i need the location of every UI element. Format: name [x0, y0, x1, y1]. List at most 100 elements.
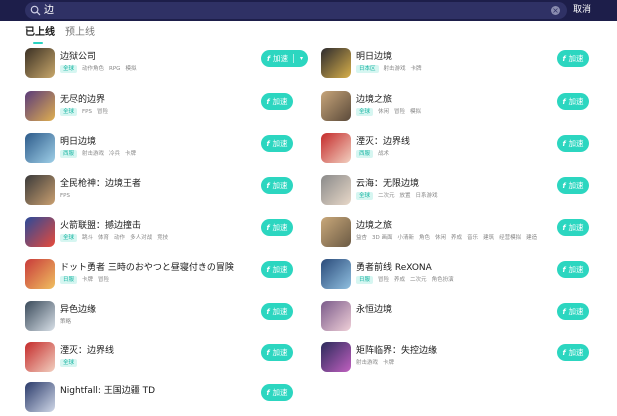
game-tag: 日服 [60, 276, 78, 284]
accelerate-button[interactable]: f 加速 [261, 384, 293, 401]
accelerate-button[interactable]: f 加速 ▾ [261, 50, 308, 67]
accelerate-label: 加速 [272, 388, 288, 397]
tab-upcoming[interactable]: 预上线 [65, 26, 95, 40]
game-tags: 全球 跳斗 体育 动作 多人对战 竞技 [60, 234, 173, 244]
boost-icon: f [562, 140, 566, 148]
game-title: 湮灭：边界线 [60, 346, 115, 356]
accelerate-label: 加速 [272, 223, 288, 232]
accelerate-button[interactable]: f 加速 [557, 303, 589, 320]
accelerate-label: 加速 [272, 181, 288, 190]
game-thumbnail [25, 175, 55, 205]
game-tag: 二次元 [410, 277, 427, 283]
accelerate-button[interactable]: f 加速 [261, 93, 293, 110]
game-title: 永恒边境 [356, 305, 393, 315]
boost-icon: f [266, 224, 270, 232]
accelerate-label: 加速 [568, 54, 584, 63]
accelerate-button[interactable]: f 加速 [261, 219, 293, 236]
list-item[interactable]: 边境之旅益杏 3D 画面 小清新 角色 休闲 养成 音乐 建筑 经营模拟 建造 f 加速 [321, 217, 617, 251]
game-tag: 全球 [60, 108, 78, 116]
accelerate-button[interactable]: f 加速 [261, 177, 293, 194]
list-item[interactable]: 云海：无限边境 全球 二次元 放置 日系游戏 f 加速 [321, 175, 617, 209]
list-item[interactable]: 勇者前线 ReXONA 日服 冒险 养成 二次元 角色扮演 f 加速 [321, 259, 617, 293]
list-item[interactable]: 全民枪神：边境王者 FPS f 加速 [25, 175, 321, 209]
game-thumbnail [321, 217, 351, 247]
game-tag: 冒险 [97, 109, 109, 115]
game-thumbnail [25, 48, 55, 78]
boost-icon: f [266, 182, 270, 190]
list-item[interactable]: 无尽的边界 全球 FPS 冒险 f 加速 [25, 91, 321, 125]
list-item[interactable]: 明日边境 日本区 射击游戏 卡牌 f 加速 [321, 48, 617, 82]
game-tag: 全球 [60, 234, 78, 242]
boost-icon: f [266, 140, 270, 148]
game-tag: 日本区 [356, 65, 379, 73]
game-tag: 全球 [356, 108, 374, 116]
search-input[interactable]: 边 [44, 4, 54, 17]
accelerate-button[interactable]: f 加速 [557, 135, 589, 152]
game-title: 边境之旅 [356, 95, 393, 105]
game-tag: 卡牌 [82, 277, 94, 283]
game-tag: 二次元 [378, 193, 395, 199]
list-item[interactable]: 明日边境 西服 射击游戏 冷兵 卡牌 f 加速 [25, 133, 321, 167]
search-box[interactable]: 边 × [25, 2, 567, 19]
tab-online[interactable]: 已上线 [25, 26, 55, 40]
game-thumbnail [25, 301, 55, 331]
accelerate-label: 加速 [568, 181, 584, 190]
game-tag: 全球 [356, 192, 374, 200]
list-item[interactable]: Nightfall: 王国边疆 TD f 加速 [25, 382, 321, 416]
game-tags: 益杏 3D 画面 小清新 角色 休闲 养成 音乐 建筑 经营模拟 建造 [356, 234, 542, 244]
list-item[interactable]: 湮灭：边界线 全球 f 加速 [25, 342, 321, 376]
game-thumbnail [321, 48, 351, 78]
game-tags: 全球 休闲 冒险 模拟 [356, 108, 426, 118]
accelerate-button[interactable]: f 加速 [557, 219, 589, 236]
list-item[interactable]: ドット勇者 三時のおやつと昼寝付きの冒険 日服 卡牌 冒险 f 加速 [25, 259, 321, 293]
game-title: 明日边境 [356, 52, 393, 62]
accelerate-button[interactable]: f 加速 [261, 303, 293, 320]
game-thumbnail [25, 259, 55, 289]
game-tag: 小清新 [397, 235, 415, 241]
game-tags: 日服 冒险 养成 二次元 角色扮演 [356, 276, 459, 286]
game-tag: 射击游戏 [82, 151, 105, 157]
game-tags: 全球 [60, 359, 82, 369]
game-tags: 西服 战术 [356, 150, 394, 160]
accelerate-label: 加速 [273, 54, 289, 63]
game-thumbnail [321, 133, 351, 163]
boost-icon: f [562, 55, 566, 63]
accelerate-label: 加速 [568, 139, 584, 148]
accelerate-button[interactable]: f 加速 [261, 344, 293, 361]
accelerate-label: 加速 [568, 265, 584, 274]
accelerate-button[interactable]: f 加速 [557, 93, 589, 110]
cancel-button[interactable]: 取消 [573, 4, 591, 16]
search-icon [30, 5, 41, 16]
accelerate-label: 加速 [272, 97, 288, 106]
accelerate-button[interactable]: f 加速 [261, 261, 293, 278]
game-tag: 卡牌 [383, 360, 395, 366]
chevron-down-icon[interactable]: ▾ [300, 50, 303, 67]
clear-icon[interactable]: × [551, 6, 560, 15]
game-tag: 角色扮演 [431, 277, 454, 283]
game-tag: 射击游戏 [383, 66, 406, 72]
list-item[interactable]: 矩阵临界：失控边缘 射击游戏 卡牌 f 加速 [321, 342, 617, 376]
game-tag: 动作角色 [82, 66, 105, 72]
list-item[interactable]: 异色边缘 策略 f 加速 [25, 301, 321, 335]
game-tags: 策略 [60, 318, 76, 328]
game-tag: 全球 [60, 359, 78, 367]
list-item[interactable]: 边狱公司 全球 动作角色 RPG 模拟 f 加速 ▾ [25, 48, 321, 82]
game-title: 全民枪神：边境王者 [60, 179, 142, 189]
list-item[interactable]: 湮灭：边界线 西服 战术 f 加速 [321, 133, 617, 167]
accelerate-button[interactable]: f 加速 [261, 135, 293, 152]
game-tag: FPS [60, 193, 70, 199]
list-item[interactable]: 火箭联盟：撼边撞击 全球 跳斗 体育 动作 多人对战 竞技 f 加速 [25, 217, 321, 251]
game-thumbnail [321, 91, 351, 121]
accelerate-label: 加速 [272, 139, 288, 148]
game-tag: 益杏 [356, 235, 368, 241]
game-tag: 西服 [60, 150, 78, 158]
list-item[interactable]: 边境之旅全球 休闲 冒险 模拟 f 加速 [321, 91, 617, 125]
accelerate-button[interactable]: f 加速 [557, 261, 589, 278]
list-item[interactable]: 永恒边境 f 加速 [321, 301, 617, 335]
accelerate-button[interactable]: f 加速 [557, 50, 589, 67]
boost-icon: f [562, 266, 566, 274]
game-tags: FPS [60, 192, 75, 202]
accelerate-button[interactable]: f 加速 [557, 344, 589, 361]
accelerate-button[interactable]: f 加速 [557, 177, 589, 194]
game-title: 边境之旅 [356, 221, 393, 231]
